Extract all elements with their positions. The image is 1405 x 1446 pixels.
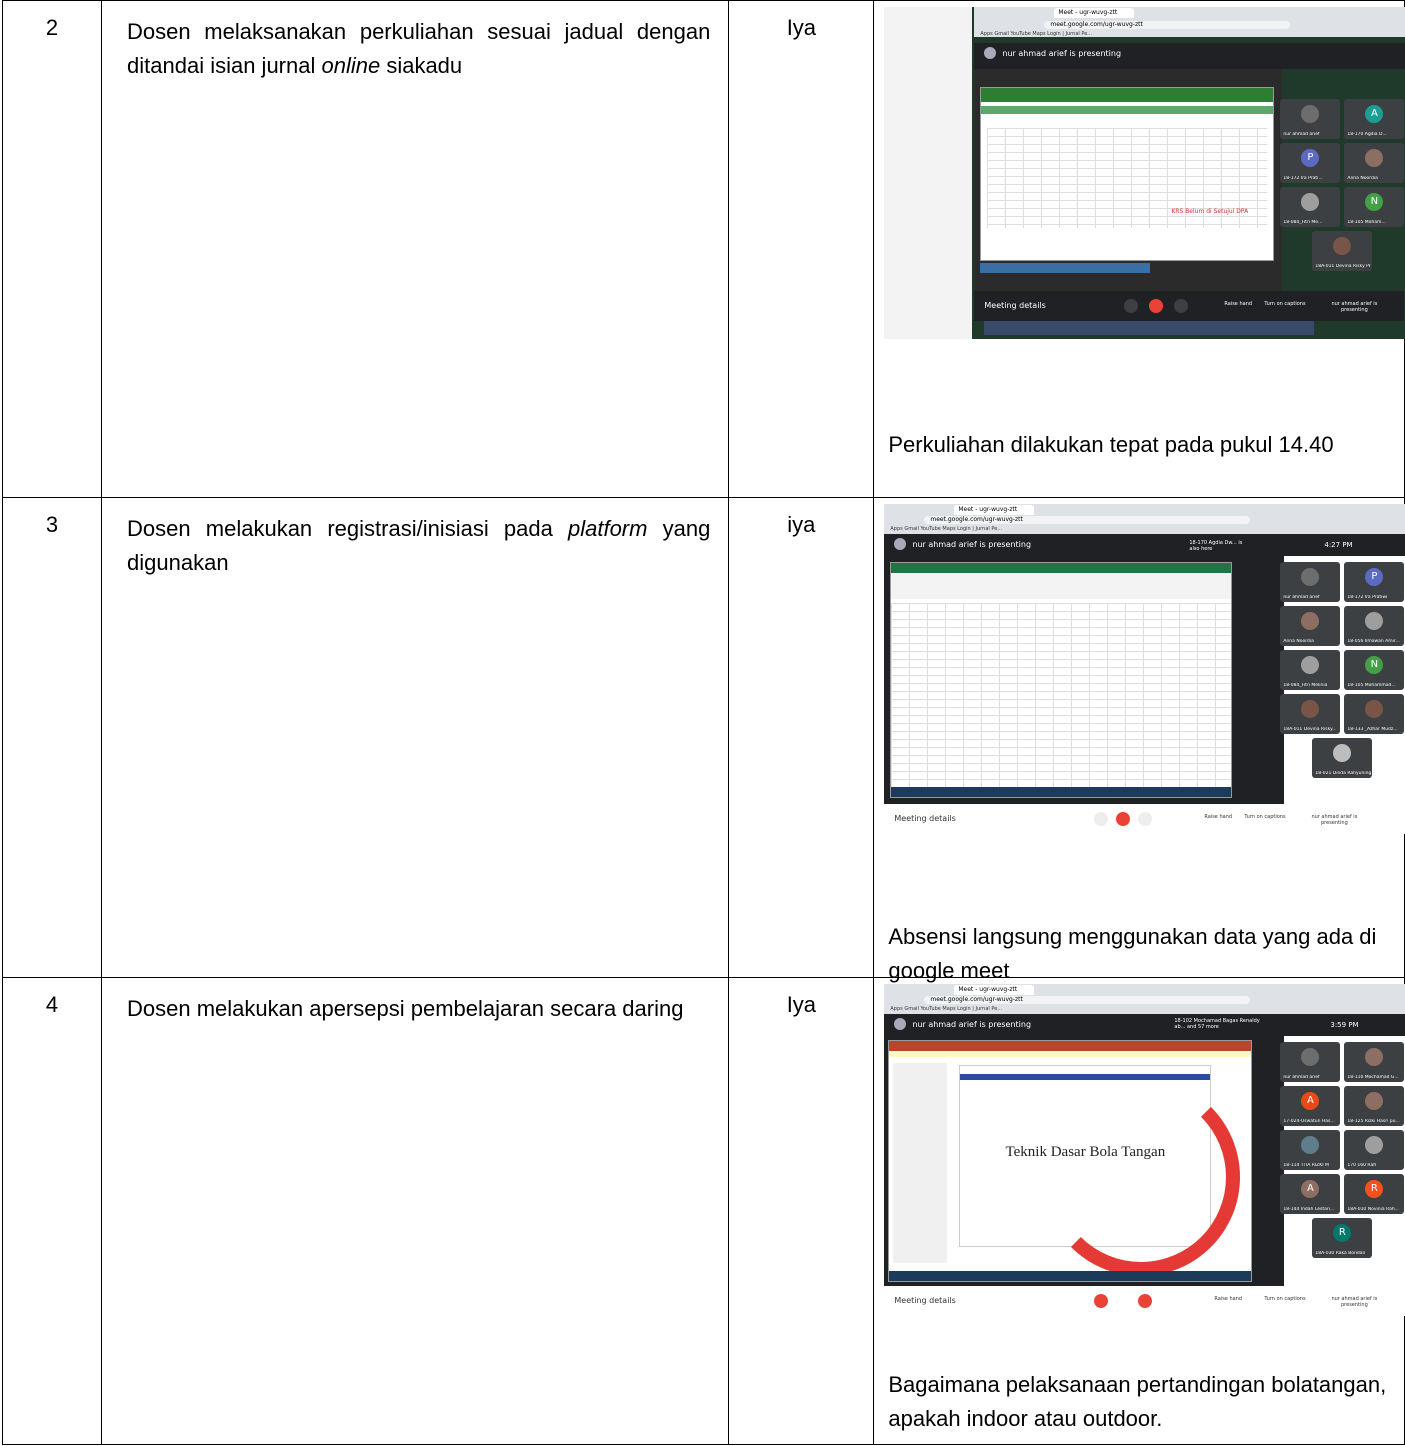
raise-hand-label: Raise hand — [1214, 1296, 1243, 1302]
row-evidence: Meet - ugr-wuvg-ztt meet.google.com/ugr-… — [873, 977, 1405, 1445]
presenter-label: nur ahmad arief is presenting — [912, 539, 1032, 549]
bookmarks-bar: Apps Gmail YouTube Maps Login | Jurnal P… — [890, 526, 1003, 532]
row-status: iya — [728, 497, 875, 978]
table-row: 3 Dosen melakukan registrasi/inisiasi pa… — [1, 497, 1405, 983]
bookmarks-bar: Apps Gmail YouTube Maps Login | Jurnal P… — [980, 31, 1093, 37]
word-window — [884, 7, 973, 339]
row-evidence: Meet - ugr-wuvg-ztt meet.google.com/ugr-… — [873, 497, 1405, 983]
row-status: Iya — [728, 0, 875, 498]
url-bar: meet.google.com/ugr-wuvg-ztt — [924, 996, 1251, 1004]
row-description: Dosen melakukan apersepsi pembelajaran s… — [101, 977, 730, 1445]
evaluation-table: 2 Dosen melaksanakan perkuliahan sesuai … — [1, 0, 1405, 1445]
captions-label: Turn on captions — [1264, 301, 1306, 307]
row-description: Dosen melakukan registrasi/inisiasi pada… — [101, 497, 730, 978]
captions-label: Turn on captions — [1264, 1296, 1306, 1302]
raise-hand-label: Raise hand — [1224, 301, 1253, 307]
slide-title: Teknik Dasar Bola Tangan — [1005, 1144, 1166, 1160]
shared-slides: Teknik Dasar Bola Tangan — [888, 1040, 1253, 1282]
camera-button — [1174, 299, 1189, 313]
meet-controls: Meeting details Raise hand Turn on capti… — [884, 804, 1405, 834]
row-number: 4 — [1, 977, 103, 1445]
meet-screenshot: Meet - ugr-wuvg-ztt meet.google.com/ugr-… — [884, 504, 1405, 834]
row-number: 2 — [1, 0, 103, 498]
evidence-caption: Bagaimana pelaksanaan pertandingan bolat… — [888, 1372, 1387, 1431]
evidence-caption: Perkuliahan dilakukan tepat pada pukul 1… — [888, 432, 1334, 457]
clock: 3:59 PM — [1330, 1021, 1359, 1029]
dock — [984, 321, 1315, 335]
meet-screenshot: Meet - ugr-wuvg-ztt meet.google.com/ugr-… — [884, 984, 1405, 1316]
raise-hand-label: Raise hand — [1204, 814, 1233, 820]
meeting-details: Meeting details — [894, 814, 956, 823]
presenting-label: nur ahmad arief is presenting — [1331, 1296, 1378, 1308]
captions-label: Turn on captions — [1244, 814, 1286, 820]
table-row: 4 Dosen melakukan apersepsi pembelajaran… — [1, 977, 1405, 1445]
mic-button — [1124, 299, 1139, 313]
shared-spreadsheet — [890, 562, 1233, 798]
participant-grid: nur ahmad arief A 18-170 Agdia D... P 18-1… — [1280, 99, 1405, 289]
row-status: Iya — [728, 977, 875, 1445]
browser-tab: Meet - ugr-wuvg-ztt — [1054, 8, 1135, 18]
joined-notice: 18-170 Agdia Dw... is also here — [1189, 540, 1243, 552]
participant-grid: nur ahmad arief P 18-172 Ira Pratiwi Anna… — [1280, 562, 1405, 802]
meeting-details: Meeting details — [894, 1296, 956, 1305]
presenter-label: nur ahmad arief is presenting — [1002, 48, 1122, 58]
participant-grid: nur ahmad arief 18-110 Mochamad G... A 17… — [1280, 1042, 1405, 1282]
meeting-details: Meeting details — [984, 301, 1046, 310]
presenter-label: nur ahmad arief is presenting — [912, 1019, 1032, 1029]
joined-notice: 18-102 Mochamad Bagas Renaldy ab... and … — [1174, 1018, 1260, 1030]
shared-screen: KRS Belum di Setujui DPA — [980, 87, 1275, 261]
row-number: 3 — [1, 497, 103, 978]
bookmarks-bar: Apps Gmail YouTube Maps Login | Jurnal P… — [890, 1006, 1003, 1012]
row-evidence: Meet - ugr-wuvg-ztt meet.google.com/ugr-… — [873, 0, 1405, 498]
end-call-button — [1149, 299, 1164, 313]
meet-screenshot: Meet - ugr-wuvg-ztt meet.google.com/ugr-… — [884, 7, 1405, 339]
presenting-label: nur ahmad arief is presenting — [1311, 814, 1358, 826]
meet-controls: Meeting details Raise hand Turn on capti… — [884, 1286, 1405, 1316]
url-bar: meet.google.com/ugr-wuvg-ztt — [1044, 21, 1291, 29]
row-description: Dosen melaksanakan perkuliahan sesuai ja… — [101, 0, 730, 498]
browser-tab: Meet - ugr-wuvg-ztt — [954, 505, 1035, 515]
meet-controls: Meeting details Raise hand Turn on capti… — [974, 291, 1405, 321]
url-bar: meet.google.com/ugr-wuvg-ztt — [924, 516, 1251, 524]
clock: 4:27 PM — [1324, 541, 1353, 549]
presenter-avatar — [984, 47, 997, 59]
presenting-label: nur ahmad arief is presenting — [1331, 301, 1378, 313]
table-row: 2 Dosen melaksanakan perkuliahan sesuai … — [1, 0, 1405, 498]
krs-warning: KRS Belum di Setujui DPA — [1171, 208, 1249, 215]
browser-tab: Meet - ugr-wuvg-ztt — [954, 985, 1035, 995]
